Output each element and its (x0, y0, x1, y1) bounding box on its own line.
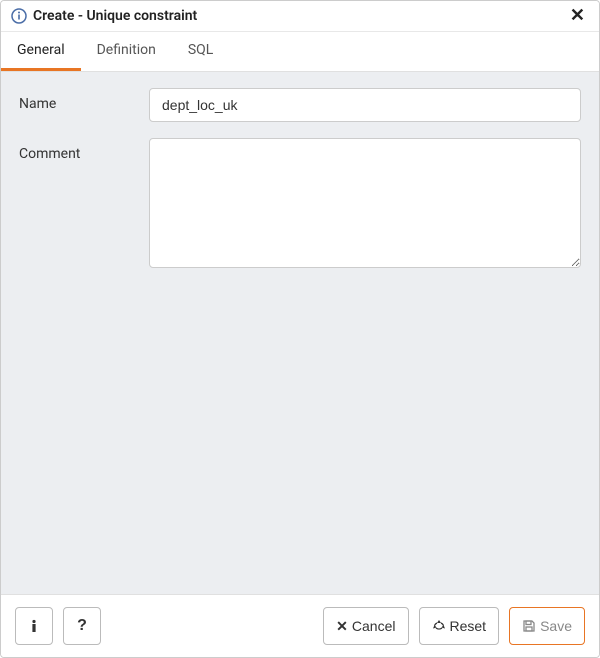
close-button[interactable]: ✕ (566, 7, 589, 25)
dialog-header: Create - Unique constraint ✕ (1, 1, 599, 32)
info-button[interactable] (15, 607, 53, 645)
form-row-comment: Comment (19, 138, 581, 272)
tab-sql[interactable]: SQL (172, 32, 229, 71)
reset-label: Reset (450, 618, 487, 634)
comment-input[interactable] (149, 138, 581, 268)
save-button[interactable]: Save (509, 607, 585, 645)
save-label: Save (540, 618, 572, 634)
dialog-footer: ? ✕ Cancel Reset (1, 594, 599, 657)
info-bold-icon (27, 619, 41, 633)
cancel-button[interactable]: ✕ Cancel (323, 607, 408, 645)
tab-content: Name Comment (1, 72, 599, 594)
name-label: Name (19, 88, 149, 112)
name-input[interactable] (149, 88, 581, 122)
tabs: General Definition SQL (1, 32, 599, 72)
reset-button[interactable]: Reset (419, 607, 500, 645)
question-icon: ? (77, 617, 87, 635)
save-icon (522, 619, 536, 633)
recycle-icon (432, 619, 446, 633)
form-row-name: Name (19, 88, 581, 122)
cancel-label: Cancel (352, 618, 396, 634)
create-unique-constraint-dialog: Create - Unique constraint ✕ General Def… (0, 0, 600, 658)
tab-definition[interactable]: Definition (81, 32, 172, 71)
close-icon: ✕ (336, 618, 348, 635)
help-button[interactable]: ? (63, 607, 101, 645)
info-icon (11, 8, 27, 24)
tab-general[interactable]: General (1, 32, 81, 71)
dialog-title: Create - Unique constraint (33, 8, 566, 24)
comment-label: Comment (19, 138, 149, 162)
